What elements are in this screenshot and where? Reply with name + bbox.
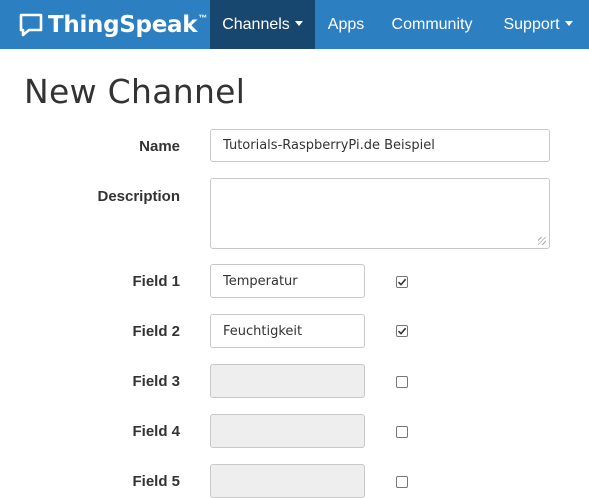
nav-channels[interactable]: Channels xyxy=(210,0,315,49)
field-2-label: Field 2 xyxy=(132,323,180,340)
caret-down-icon xyxy=(564,21,573,27)
field-1-checkbox[interactable] xyxy=(396,276,408,288)
checkmark-icon xyxy=(397,278,407,286)
nav-support-label: Support xyxy=(503,16,560,33)
field-5-input[interactable] xyxy=(210,464,365,498)
nav-channels-label: Channels xyxy=(222,16,290,33)
resize-handle-icon[interactable] xyxy=(538,237,546,245)
field-3-input[interactable] xyxy=(210,364,365,398)
description-textarea[interactable] xyxy=(210,178,550,249)
nav-support[interactable]: Support xyxy=(487,0,589,49)
field-1-label: Field 1 xyxy=(132,273,180,290)
field-2-checkbox[interactable] xyxy=(396,325,408,337)
top-navbar: ThingSpeak ™ Channels Apps Community Sup… xyxy=(0,0,589,49)
checkmark-icon xyxy=(397,327,407,335)
field-4-input[interactable] xyxy=(210,414,365,448)
field-5-checkbox[interactable] xyxy=(396,476,408,488)
chat-bubble-icon xyxy=(19,13,43,36)
brand-logo[interactable]: ThingSpeak ™ xyxy=(18,0,207,49)
nav-community[interactable]: Community xyxy=(377,0,487,49)
field-3-checkbox[interactable] xyxy=(396,376,408,388)
field-3-label: Field 3 xyxy=(132,373,180,390)
field-4-label: Field 4 xyxy=(132,423,180,440)
caret-down-icon xyxy=(294,21,303,27)
nav-community-label: Community xyxy=(391,16,473,33)
field-1-input[interactable] xyxy=(210,264,365,298)
name-input[interactable] xyxy=(210,129,550,162)
nav-apps[interactable]: Apps xyxy=(315,0,377,49)
nav-apps-label: Apps xyxy=(327,16,365,33)
name-label: Name xyxy=(139,138,180,155)
field-2-input[interactable] xyxy=(210,314,365,348)
field-4-checkbox[interactable] xyxy=(396,426,408,438)
description-label: Description xyxy=(97,188,180,205)
field-5-label: Field 5 xyxy=(132,473,180,490)
trademark-symbol: ™ xyxy=(198,13,208,23)
page-title: New Channel xyxy=(24,72,246,111)
brand-name: ThingSpeak xyxy=(48,11,198,38)
